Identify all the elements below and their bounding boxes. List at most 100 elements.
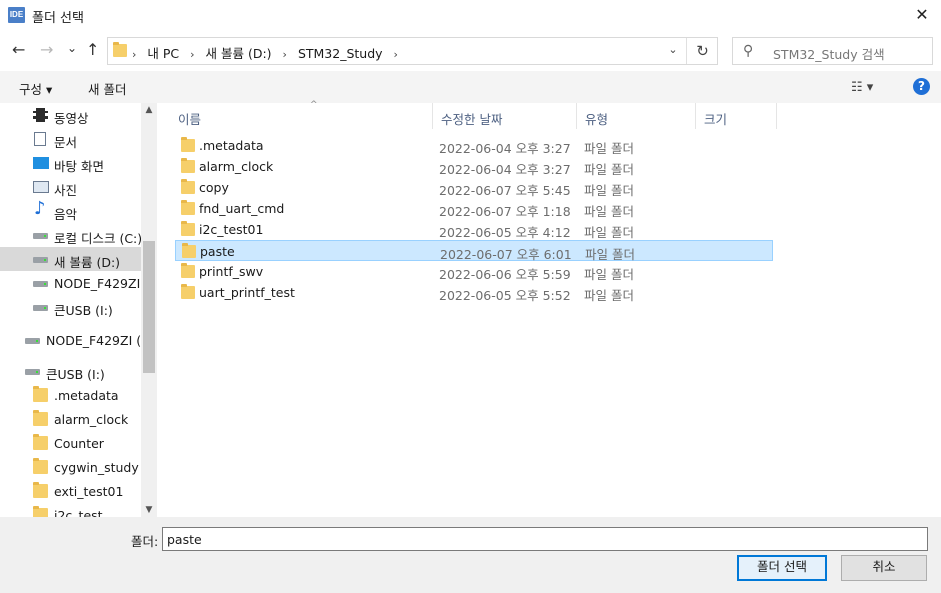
navigation-pane[interactable]: 동영상 문서 바탕 화면 사진 ♪ 음악 로컬 디스크 (C:) 새 볼륨 (D…: [0, 103, 157, 517]
file-row[interactable]: fnd_uart_cmd 2022-06-07 오후 1:18 파일 폴더: [175, 198, 773, 219]
sidebar-item-alarm-clock[interactable]: alarm_clock: [0, 407, 141, 431]
drive-icon: [33, 233, 48, 239]
folder-icon: [33, 386, 48, 402]
file-name: alarm_clock: [199, 159, 274, 174]
title-bar: IDE 폴더 선택 ✕: [0, 0, 941, 31]
file-date: 2022-06-07 오후 5:45: [439, 183, 571, 198]
file-date: 2022-06-04 오후 3:27: [439, 141, 571, 156]
sidebar-item-metadata[interactable]: .metadata: [0, 383, 141, 407]
document-icon: [34, 132, 46, 146]
forward-arrow-icon[interactable]: →: [40, 39, 53, 61]
close-icon[interactable]: ✕: [909, 2, 935, 28]
file-row[interactable]: alarm_clock 2022-06-04 오후 3:27 파일 폴더: [175, 156, 773, 177]
sidebar-item-usb-i[interactable]: 큰USB (I:): [0, 295, 141, 319]
sidebar-item-videos[interactable]: 동영상: [0, 103, 141, 127]
column-header-size[interactable]: 크기: [696, 103, 777, 129]
folder-icon: [181, 221, 195, 236]
file-name: paste: [200, 244, 235, 259]
help-icon[interactable]: ?: [913, 78, 930, 95]
file-row[interactable]: .metadata 2022-06-04 오후 3:27 파일 폴더: [175, 135, 773, 156]
new-folder-button[interactable]: 새 폴더: [88, 79, 126, 98]
sidebar-item-exti-test01[interactable]: exti_test01: [0, 479, 141, 503]
file-date: 2022-06-05 오후 5:52: [439, 288, 571, 303]
breadcrumb-separator[interactable]: ›: [132, 48, 136, 61]
file-row[interactable]: uart_printf_test 2022-06-05 오후 5:52 파일 폴…: [175, 282, 773, 303]
sidebar-item-label: alarm_clock: [54, 412, 129, 427]
file-type: 파일 폴더: [584, 225, 634, 240]
sidebar-item-label: exti_test01: [54, 484, 124, 499]
command-toolbar: 구성 ▾ 새 폴더 ☷ ▾ ?: [0, 71, 941, 103]
drive-icon: [33, 281, 48, 287]
sidebar-item-music[interactable]: ♪ 음악: [0, 199, 141, 223]
refresh-icon[interactable]: ↻: [686, 38, 718, 64]
column-header-type[interactable]: 유형: [577, 103, 696, 129]
file-type: 파일 폴더: [584, 141, 634, 156]
breadcrumb-this-pc[interactable]: 내 PC: [147, 46, 179, 61]
sidebar-item-label: i2c_test: [54, 508, 103, 517]
scroll-up-icon[interactable]: ▲: [141, 105, 157, 115]
column-header-date[interactable]: 수정한 날짜: [433, 103, 577, 129]
file-row[interactable]: printf_swv 2022-06-06 오후 5:59 파일 폴더: [175, 261, 773, 282]
back-arrow-icon[interactable]: ←: [12, 39, 25, 61]
sidebar-item-cygwin-study[interactable]: cygwin_study: [0, 455, 141, 479]
folder-icon: [181, 179, 195, 194]
folder-icon: [181, 284, 195, 299]
breadcrumb-separator[interactable]: ›: [190, 48, 194, 61]
sidebar-item-node-f429zi-root[interactable]: NODE_F429ZI (E:): [0, 328, 141, 352]
breadcrumb-stm32-study[interactable]: STM32_Study: [298, 46, 383, 61]
folder-icon: [181, 137, 195, 152]
sidebar-item-label: 새 볼륨 (D:): [54, 255, 121, 270]
breadcrumb-separator[interactable]: ›: [394, 48, 398, 61]
dialog-footer: 폴더: 폴더 선택 취소: [0, 517, 941, 593]
scrollbar-thumb[interactable]: [143, 241, 155, 373]
file-name: .metadata: [199, 138, 264, 153]
navigation-scrollbar[interactable]: ▲ ▼: [141, 103, 157, 517]
drive-icon: [25, 369, 40, 375]
file-date: 2022-06-05 오후 4:12: [439, 225, 571, 240]
column-header-label: 크기: [704, 112, 728, 127]
select-folder-button[interactable]: 폴더 선택: [737, 555, 827, 581]
cancel-button[interactable]: 취소: [841, 555, 927, 581]
sidebar-item-node-f429zi[interactable]: NODE_F429ZI (E:): [0, 271, 141, 295]
organize-button[interactable]: 구성 ▾: [19, 79, 52, 98]
sidebar-item-label: NODE_F429ZI (E:): [54, 276, 141, 291]
file-list[interactable]: 이름 ^ 수정한 날짜 유형 크기 .metadata 2022-06-04 오…: [157, 100, 941, 517]
file-type: 파일 폴더: [584, 162, 634, 177]
folder-icon: [181, 200, 195, 215]
breadcrumb-volume-d[interactable]: 새 볼륨 (D:): [206, 46, 272, 61]
folder-name-input[interactable]: [162, 527, 928, 551]
file-row-selected[interactable]: paste 2022-06-07 오후 6:01 파일 폴더: [175, 240, 773, 262]
sidebar-item-i2c-test[interactable]: i2c_test: [0, 503, 141, 517]
recent-locations-icon[interactable]: ⌄: [67, 37, 77, 59]
file-row[interactable]: i2c_test01 2022-06-05 오후 4:12 파일 폴더: [175, 219, 773, 240]
sidebar-item-local-disk-c[interactable]: 로컬 디스크 (C:): [0, 223, 141, 247]
folder-icon: [113, 42, 127, 57]
file-row[interactable]: copy 2022-06-07 오후 5:45 파일 폴더: [175, 177, 773, 198]
sidebar-item-pictures[interactable]: 사진: [0, 175, 141, 199]
sidebar-item-counter[interactable]: Counter: [0, 431, 141, 455]
folder-icon: [33, 506, 48, 517]
column-header-label: 이름: [178, 112, 202, 127]
folder-icon: [33, 458, 48, 474]
sidebar-item-usb-i-root[interactable]: 큰USB (I:): [0, 359, 141, 383]
sidebar-item-volume-d[interactable]: 새 볼륨 (D:): [0, 247, 141, 271]
column-header-label: 수정한 날짜: [441, 112, 503, 127]
sidebar-item-label: 로컬 디스크 (C:): [54, 231, 141, 246]
breadcrumb-separator[interactable]: ›: [283, 48, 287, 61]
scroll-down-icon[interactable]: ▼: [141, 505, 157, 515]
address-bar[interactable]: › 내 PC › 새 볼륨 (D:) › STM32_Study › ⌄ ↻: [107, 37, 718, 65]
sort-ascending-icon: ^: [310, 100, 318, 110]
drive-icon: [33, 305, 48, 311]
column-header-label: 유형: [585, 112, 609, 127]
folder-icon: [181, 263, 195, 278]
sidebar-item-label: 문서: [54, 135, 78, 150]
column-header-name[interactable]: 이름 ^: [170, 100, 433, 129]
folder-icon: [182, 243, 196, 258]
search-input[interactable]: ⚲ STM32_Study 검색: [732, 37, 933, 65]
up-arrow-icon[interactable]: ↑: [86, 39, 99, 61]
file-date: 2022-06-04 오후 3:27: [439, 162, 571, 177]
chevron-down-icon[interactable]: ⌄: [663, 43, 683, 56]
view-options-icon[interactable]: ☷ ▾: [851, 80, 873, 95]
sidebar-item-documents[interactable]: 문서: [0, 127, 141, 151]
sidebar-item-desktop[interactable]: 바탕 화면: [0, 151, 141, 175]
